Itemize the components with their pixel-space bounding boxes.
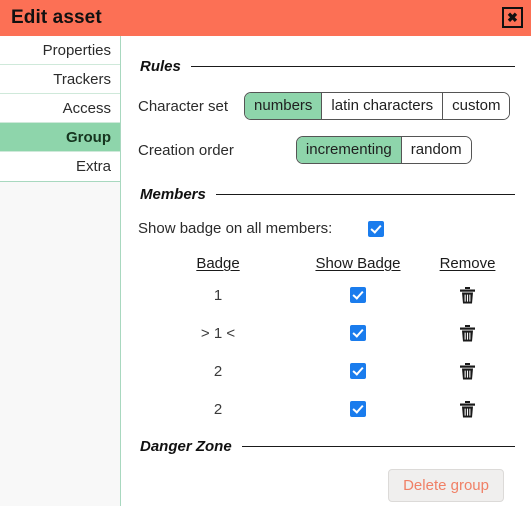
members-heading-label: Members: [140, 186, 206, 203]
creation-order-option-incrementing[interactable]: incrementing: [296, 137, 402, 163]
table-header-row: Badge Show Badge Remove: [138, 255, 517, 276]
titlebar: Edit asset ✖: [0, 0, 531, 36]
show-badge-cell-inner: [299, 363, 417, 379]
badge-value: 2: [213, 400, 223, 418]
trash-icon[interactable]: [460, 400, 475, 418]
table-row: 1: [138, 276, 517, 314]
danger-zone-section-heading: Danger Zone: [140, 438, 515, 455]
danger-zone-heading-label: Danger Zone: [140, 438, 232, 455]
edit-asset-dialog: Edit asset ✖ Properties Trackers Access …: [0, 0, 531, 506]
close-icon[interactable]: ✖: [502, 7, 523, 28]
show-badge-checkbox[interactable]: [350, 287, 366, 303]
badge-value: > 1 <: [200, 324, 236, 342]
sidebar-item-trackers[interactable]: Trackers: [0, 65, 120, 94]
danger-zone-heading-rule: [241, 446, 515, 447]
remove-cell: [418, 276, 517, 314]
members-section-heading: Members: [140, 186, 515, 203]
remove-cell: [418, 352, 517, 390]
members-heading-rule: [215, 194, 515, 195]
show-badge-cell-inner: [299, 287, 417, 303]
remove-cell-inner: [419, 324, 516, 342]
sidebar-item-properties[interactable]: Properties: [0, 36, 120, 65]
character-set-option-latin-characters[interactable]: latin characters: [322, 93, 444, 119]
sidebar-item-access[interactable]: Access: [0, 94, 120, 123]
show-badge-cell: [298, 276, 418, 314]
column-header-remove: Remove: [439, 255, 496, 272]
character-set-row: Character set numbers latin characters c…: [138, 92, 517, 120]
trash-icon[interactable]: [460, 324, 475, 342]
rules-heading-label: Rules: [140, 58, 181, 75]
show-badge-all-checkbox[interactable]: [368, 220, 385, 237]
character-set-option-custom[interactable]: custom: [443, 93, 510, 119]
page-title: Edit asset: [11, 7, 102, 28]
creation-order-option-random[interactable]: random: [401, 137, 471, 163]
show-badge-cell: [298, 352, 418, 390]
column-header-show-badge: Show Badge: [315, 255, 401, 272]
character-set-option-numbers[interactable]: numbers: [245, 93, 323, 119]
remove-cell: [418, 390, 517, 428]
sidebar-item-group[interactable]: Group: [0, 123, 120, 152]
sidebar-item-extra[interactable]: Extra: [0, 152, 120, 181]
show-badge-checkbox[interactable]: [350, 363, 366, 379]
delete-group-button[interactable]: Delete group: [388, 469, 504, 502]
danger-zone-actions: Delete group: [122, 469, 504, 502]
remove-cell-inner: [419, 400, 516, 418]
table-row: > 1 <: [138, 314, 517, 352]
badge-value: 2: [213, 362, 223, 380]
show-badge-cell-inner: [299, 401, 417, 417]
table-row: 2: [138, 352, 517, 390]
table-row: 2: [138, 390, 517, 428]
content-panel: Rules Character set numbers latin charac…: [122, 36, 531, 506]
remove-cell: [418, 314, 517, 352]
sidebar: Properties Trackers Access Group Extra: [0, 36, 121, 506]
remove-cell-inner: [419, 362, 516, 380]
show-badge-cell-inner: [299, 325, 417, 341]
character-set-label: Character set: [138, 97, 229, 115]
show-badge-checkbox[interactable]: [350, 325, 366, 341]
remove-cell-inner: [419, 286, 516, 304]
show-badge-all-row: Show badge on all members:: [138, 220, 517, 237]
trash-icon[interactable]: [460, 362, 475, 380]
show-badge-checkbox[interactable]: [350, 401, 366, 417]
badge-value: 1: [213, 286, 223, 304]
show-badge-cell: [298, 390, 418, 428]
creation-order-segmented-control: incrementing random: [295, 136, 472, 164]
creation-order-row: Creation order incrementing random: [138, 136, 517, 164]
creation-order-label: Creation order: [138, 141, 234, 159]
show-badge-cell: [298, 314, 418, 352]
show-badge-all-label: Show badge on all members:: [138, 220, 333, 237]
column-header-badge: Badge: [196, 255, 240, 272]
trash-icon[interactable]: [460, 286, 475, 304]
rules-heading-rule: [190, 66, 515, 67]
members-table: Badge Show Badge Remove 1 > 1 < 2 2: [138, 255, 517, 428]
character-set-segmented-control: numbers latin characters custom: [244, 92, 511, 120]
sidebar-list: Properties Trackers Access Group Extra: [0, 36, 120, 182]
rules-section-heading: Rules: [140, 58, 515, 75]
